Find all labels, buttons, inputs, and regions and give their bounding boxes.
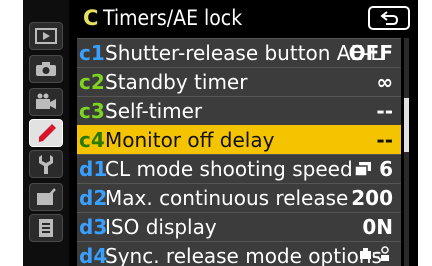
item-value: OFF: [348, 41, 393, 65]
item-label: Self-timer: [105, 99, 203, 123]
item-value: --: [376, 99, 393, 123]
menu-title-bar: C Timers/AE lock: [75, 4, 412, 34]
movie-shooting-menu-icon[interactable]: [29, 88, 63, 116]
page-title: Timers/AE lock: [103, 6, 243, 30]
back-arrow-icon: [380, 11, 399, 25]
my-menu-icon[interactable]: [29, 214, 63, 242]
setup-menu-icon[interactable]: [29, 150, 63, 178]
menu-item-d2[interactable]: d2 Max. continuous release 200: [77, 183, 401, 212]
item-value: 0N: [362, 215, 393, 239]
menu-item-d4[interactable]: d4 Sync. release mode options: [77, 241, 401, 266]
item-label: Monitor off delay: [105, 128, 275, 152]
back-button[interactable]: [368, 6, 410, 30]
sync-release-icon: [359, 244, 393, 266]
item-value: ∞: [376, 70, 393, 94]
item-code: d2: [79, 186, 108, 210]
item-code: c1: [79, 41, 105, 65]
item-value: --: [376, 128, 393, 152]
menu-item-d1[interactable]: d1 CL mode shooting speed 6: [77, 154, 401, 183]
menu-item-c1[interactable]: c1 Shutter-release button AE-L OFF: [77, 38, 401, 67]
item-label: ISO display: [105, 215, 217, 239]
retouch-menu-icon[interactable]: [29, 183, 63, 211]
custom-settings-menu-icon[interactable]: [29, 119, 63, 147]
item-value: 200: [351, 186, 393, 210]
menu-item-c2[interactable]: c2 Standby timer ∞: [77, 67, 401, 96]
custom-settings-list: c1 Shutter-release button AE-L OFF c2 St…: [77, 38, 401, 266]
menu-item-c3[interactable]: c3 Self-timer --: [77, 96, 401, 125]
item-code: c3: [79, 99, 105, 123]
item-label: Standby timer: [105, 70, 248, 94]
scrollbar-thumb[interactable]: [404, 98, 409, 152]
menu-group-letter: C: [83, 6, 99, 30]
menu-item-d3[interactable]: d3 ISO display 0N: [77, 212, 401, 241]
item-code: d3: [79, 215, 108, 239]
item-label: Shutter-release button AE-L: [105, 41, 382, 65]
item-label: Sync. release mode options: [105, 244, 382, 266]
scrollbar[interactable]: [404, 38, 409, 266]
menu-tab-sidebar: [23, 0, 69, 266]
item-code: c4: [79, 128, 105, 152]
photo-shooting-menu-icon[interactable]: [29, 55, 63, 83]
continuous-release-icon: [354, 162, 372, 177]
item-label: Max. continuous release: [105, 186, 349, 210]
item-value: 6: [354, 157, 393, 181]
item-label: CL mode shooting speed: [105, 157, 353, 181]
item-code: d1: [79, 157, 108, 181]
menu-item-c4[interactable]: c4 Monitor off delay --: [77, 125, 401, 154]
item-code: d4: [79, 244, 108, 266]
camera-menu-screen: C Timers/AE lock c1 Shutter-release butt…: [23, 0, 418, 266]
item-code: c2: [79, 70, 105, 94]
playback-menu-icon[interactable]: [29, 22, 63, 50]
